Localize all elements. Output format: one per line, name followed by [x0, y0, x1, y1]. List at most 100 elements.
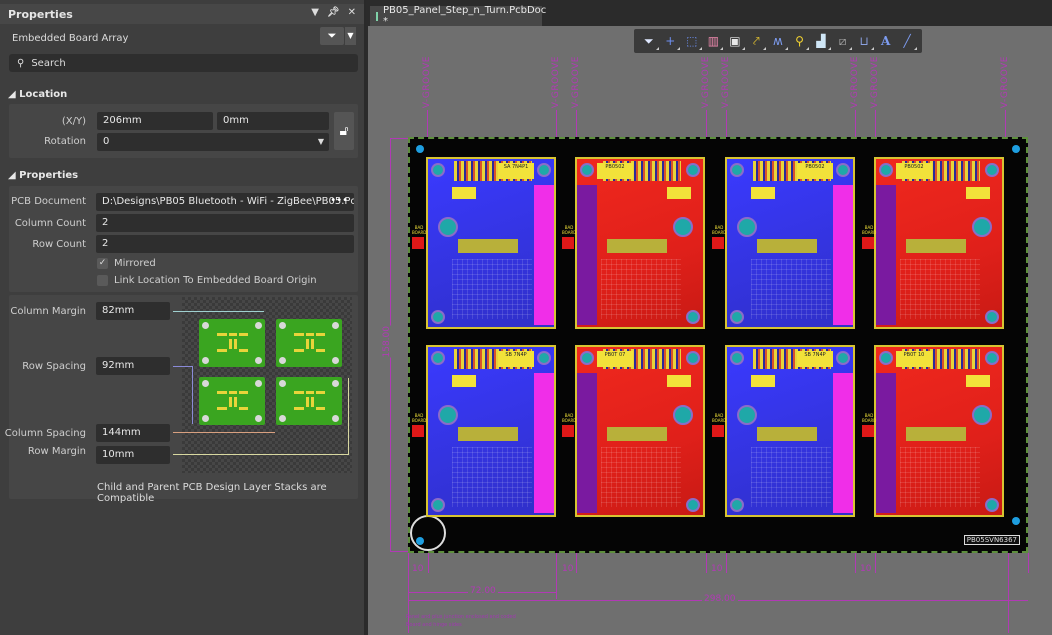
- footnote-line-2: Board and hinge sides: [406, 622, 462, 628]
- mounting-hole: [836, 351, 850, 365]
- board-edge-region: [534, 185, 554, 325]
- embedded-board[interactable]: SB 7N4P: [725, 345, 855, 517]
- mounting-hole: [580, 163, 594, 177]
- mounting-hole: [431, 498, 445, 512]
- crosshair-icon[interactable]: +: [660, 31, 682, 51]
- mounting-hole: [985, 351, 999, 365]
- bad-board-square: [412, 237, 424, 249]
- bad-board-label: BAD BOARD: [562, 413, 577, 423]
- location-header-label: Location: [19, 89, 68, 100]
- filter-dropdown-button[interactable]: ▼: [345, 27, 356, 45]
- location-section-header[interactable]: ◢ Location: [8, 89, 67, 100]
- board-label: PB0502: [896, 163, 932, 179]
- rotation-select[interactable]: 0 ▼: [97, 133, 329, 151]
- fiducial: [1012, 145, 1020, 153]
- component: [751, 375, 775, 387]
- select-rect-icon[interactable]: ⬚: [681, 31, 703, 51]
- bad-board-marker: BAD BOARD: [712, 413, 726, 437]
- board-label: PB0502: [597, 163, 633, 179]
- copper-grid: [452, 259, 532, 319]
- close-icon[interactable]: ✕: [348, 7, 356, 18]
- properties-section-header[interactable]: ◢ Properties: [8, 170, 78, 181]
- mirrored-checkbox[interactable]: ✓: [97, 258, 108, 269]
- dimension-icon[interactable]: ⊔: [853, 31, 875, 51]
- column-margin-input[interactable]: 82mm: [96, 302, 170, 320]
- interactive-length-icon[interactable]: ʍ: [767, 31, 789, 51]
- pcb-document-path: D:\Designs\PB05 Bluetooth - WiFi - ZigBe…: [102, 196, 354, 207]
- origin-marker-icon: [410, 515, 446, 551]
- dim-ext-line: [726, 553, 727, 573]
- row-spacing-label: Row Spacing: [22, 361, 86, 372]
- board-edge-region: [833, 373, 853, 513]
- mounting-hole: [673, 217, 693, 237]
- dim-ext-line: [556, 553, 557, 599]
- place-component-icon[interactable]: ▥: [703, 31, 725, 51]
- mounting-hole: [673, 405, 693, 425]
- mounting-hole: [737, 217, 757, 237]
- footnote-line-1: Panel and plus junction enclosed and cod…: [406, 614, 516, 620]
- embedded-board[interactable]: SB 7N4P: [426, 345, 556, 517]
- pin-icon[interactable]: 📌︎: [327, 7, 340, 18]
- y-input[interactable]: 0mm: [217, 112, 329, 130]
- panel-board[interactable]: PB05SVN6367 SA 7N4P1 PB0502 PB0502 PB0502 SB…: [408, 137, 1028, 553]
- margin-dimension-label: 10: [562, 564, 574, 574]
- dim-ext-line: [1028, 553, 1029, 573]
- row-spacing-input[interactable]: 92mm: [96, 357, 170, 375]
- keepout-icon[interactable]: ⧄: [832, 31, 854, 51]
- bad-board-square: [562, 237, 574, 249]
- fiducial: [416, 145, 424, 153]
- mirrored-label: Mirrored: [114, 258, 156, 269]
- row-margin-input[interactable]: 10mm: [96, 446, 170, 464]
- embedded-board[interactable]: PB0502: [874, 157, 1004, 329]
- vgroove-label: V-GROOVE: [551, 56, 561, 109]
- row-count-label: Row Count: [32, 239, 86, 250]
- bad-board-label: BAD BOARD: [712, 413, 727, 423]
- diagram-board: [276, 377, 342, 425]
- route-icon[interactable]: ⤤: [746, 31, 768, 51]
- component: [906, 427, 966, 441]
- line-icon[interactable]: ╱: [896, 31, 918, 51]
- browse-button[interactable]: •••: [330, 195, 348, 206]
- link-location-checkbox[interactable]: [97, 275, 108, 286]
- bad-board-marker: BAD BOARD: [562, 225, 576, 249]
- column-spacing-line: [173, 432, 275, 433]
- search-input[interactable]: ⚲ Search: [9, 54, 358, 72]
- x-input[interactable]: 206mm: [97, 112, 213, 130]
- text-icon[interactable]: A: [875, 31, 897, 51]
- mounting-hole: [737, 405, 757, 425]
- column-count-input[interactable]: 2: [96, 214, 354, 232]
- filter-tool-icon[interactable]: ⏷: [638, 31, 660, 51]
- embedded-board[interactable]: PB0502: [575, 157, 705, 329]
- diagram-board: [276, 319, 342, 367]
- dim-ext-line: [706, 553, 707, 573]
- mounting-hole: [985, 163, 999, 177]
- component: [458, 427, 518, 441]
- probe-icon[interactable]: ⚲: [789, 31, 811, 51]
- vgroove-line: [576, 110, 577, 140]
- board-edge-region: [833, 185, 853, 325]
- embedded-board[interactable]: SA 7N4P1: [426, 157, 556, 329]
- row-count-input[interactable]: 2: [96, 235, 354, 253]
- polygon-icon[interactable]: ▟: [810, 31, 832, 51]
- mounting-hole: [537, 163, 551, 177]
- column-count-label: Column Count: [14, 218, 86, 229]
- embedded-board[interactable]: PB0T 10: [874, 345, 1004, 517]
- unlock-icon: 🔓︎: [339, 123, 349, 139]
- board-label: SB 7N4P: [498, 351, 534, 367]
- filter-button[interactable]: ⏷: [320, 27, 344, 45]
- bad-board-label: BAD BOARD: [562, 225, 577, 235]
- component: [966, 375, 990, 387]
- vgroove-label: V-GROOVE: [422, 56, 432, 109]
- column-spacing-input[interactable]: 144mm: [96, 424, 170, 442]
- chip-icon[interactable]: ▣: [724, 31, 746, 51]
- panel-menu-dropdown-icon[interactable]: ▼: [311, 7, 319, 18]
- embedded-board[interactable]: PB0502: [725, 157, 855, 329]
- lock-toggle-button[interactable]: 🔓︎: [334, 112, 354, 150]
- component: [458, 239, 518, 253]
- margin-dimension-label: 10: [412, 564, 424, 574]
- embedded-board[interactable]: PB0T 07: [575, 345, 705, 517]
- pcb-canvas[interactable]: ⏷ + ⬚ ▥ ▣ ⤤ ʍ ⚲ ▟ ⧄ ⊔ A ╱ V-GROOVE V-GRO…: [368, 26, 1052, 635]
- vgroove-label: V-GROOVE: [701, 56, 711, 109]
- tab-pcb-document[interactable]: PB05_Panel_Step_n_Turn.PcbDoc *: [370, 5, 546, 27]
- pcb-document-input[interactable]: D:\Designs\PB05 Bluetooth - WiFi - ZigBe…: [96, 193, 354, 211]
